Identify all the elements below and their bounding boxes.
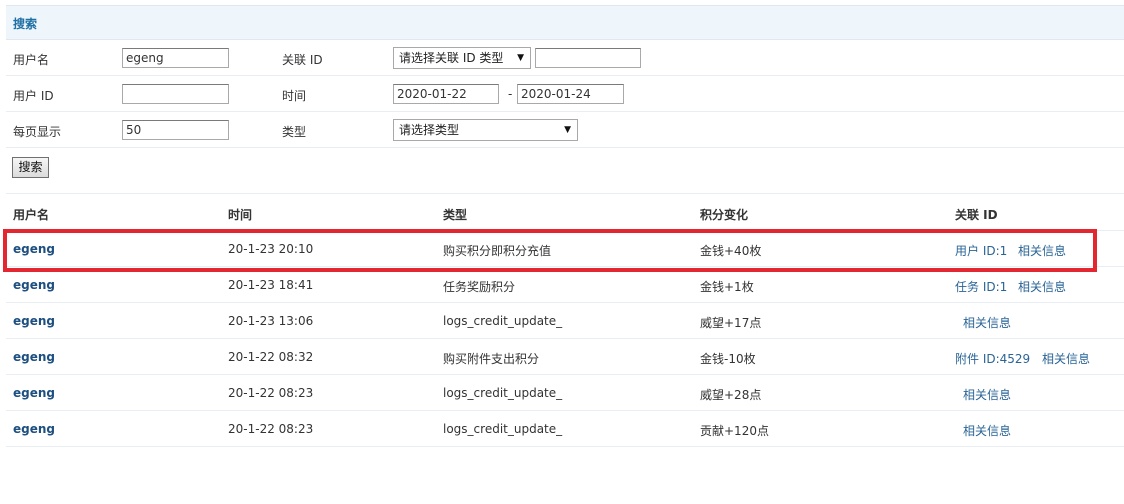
row-username-link[interactable]: egeng	[13, 278, 55, 292]
row-info-link[interactable]: 相关信息	[1042, 350, 1090, 367]
relid-label: 关联 ID	[282, 53, 323, 67]
column-header-type: 类型	[443, 208, 468, 222]
row-credit-change: 威望+28点	[700, 388, 762, 402]
row-credit-change: 威望+17点	[700, 316, 762, 330]
relid-input[interactable]	[535, 48, 641, 68]
row-relid-link[interactable]: 附件 ID:4529	[955, 350, 1030, 367]
column-header-credit-change: 积分变化	[700, 208, 749, 222]
dropdown-arrow-icon: ▼	[564, 125, 571, 135]
row-username-link[interactable]: egeng	[13, 386, 55, 400]
perpage-label: 每页显示	[13, 125, 62, 139]
highlight-annotation-box	[3, 229, 1097, 272]
row-relid-link[interactable]: 任务 ID:1	[955, 278, 1007, 295]
row-username-link[interactable]: egeng	[13, 314, 55, 328]
type-select[interactable]: 请选择类型 ▼	[393, 119, 578, 141]
row-type: logs_credit_update_	[443, 386, 563, 400]
row-type: 购买附件支出积分	[443, 352, 540, 366]
row-credit-change: 金钱-10枚	[700, 352, 756, 366]
time-to-input[interactable]	[517, 84, 624, 104]
row-username-link[interactable]: egeng	[13, 422, 55, 436]
search-button[interactable]: 搜索	[12, 157, 49, 178]
search-panel-header: 搜索	[6, 5, 1124, 40]
row-info-link[interactable]: 相关信息	[963, 386, 1011, 403]
row-time: 20-1-23 13:06	[228, 314, 314, 328]
userid-input[interactable]	[122, 84, 229, 104]
time-separator: -	[508, 87, 513, 101]
row-type: 任务奖励积分	[443, 280, 516, 294]
row-info-link[interactable]: 相关信息	[963, 422, 1011, 439]
column-header-time: 时间	[228, 208, 253, 222]
row-info-link[interactable]: 相关信息	[963, 314, 1011, 331]
perpage-input[interactable]	[122, 120, 229, 140]
row-time: 20-1-22 08:23	[228, 422, 314, 436]
username-label: 用户名	[13, 53, 50, 67]
row-time: 20-1-22 08:23	[228, 386, 314, 400]
type-select-value: 请选择类型	[399, 123, 460, 137]
time-label: 时间	[282, 89, 307, 103]
row-info-link[interactable]: 相关信息	[1018, 278, 1066, 295]
column-header-username: 用户名	[13, 208, 50, 222]
type-label: 类型	[282, 125, 307, 139]
time-from-input[interactable]	[393, 84, 499, 104]
relid-type-select-value: 请选择关联 ID 类型	[399, 51, 504, 65]
relid-type-select[interactable]: 请选择关联 ID 类型 ▼	[393, 47, 531, 69]
userid-label: 用户 ID	[13, 89, 54, 103]
username-input[interactable]	[122, 48, 229, 68]
row-time: 20-1-23 18:41	[228, 278, 314, 292]
search-title: 搜索	[13, 17, 38, 31]
row-type: logs_credit_update_	[443, 314, 563, 328]
row-type: logs_credit_update_	[443, 422, 563, 436]
dropdown-arrow-icon: ▼	[517, 53, 524, 63]
row-credit-change: 金钱+1枚	[700, 280, 754, 294]
row-time: 20-1-22 08:32	[228, 350, 314, 364]
column-header-relid: 关联 ID	[955, 208, 998, 222]
row-credit-change: 贡献+120点	[700, 424, 769, 438]
row-username-link[interactable]: egeng	[13, 350, 55, 364]
